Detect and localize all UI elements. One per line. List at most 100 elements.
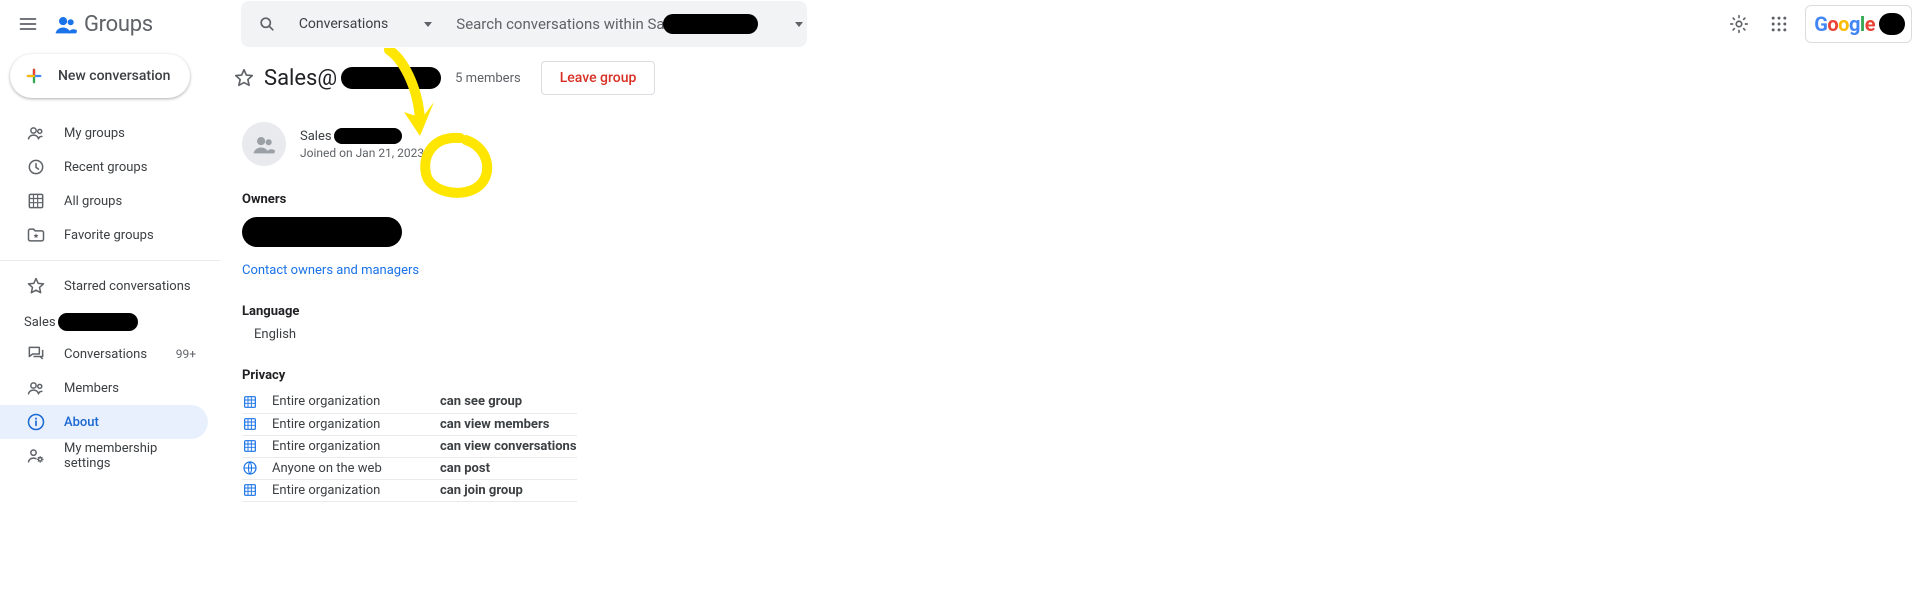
gear-icon bbox=[1728, 13, 1750, 35]
privacy-row: Anyone on the web can post bbox=[242, 457, 577, 479]
redacted-account bbox=[1879, 13, 1905, 35]
main-menu-button[interactable] bbox=[8, 4, 48, 44]
clock-icon bbox=[26, 157, 46, 177]
folder-star-icon bbox=[26, 225, 46, 245]
star-group-button[interactable] bbox=[232, 66, 256, 90]
leave-group-button[interactable]: Leave group bbox=[541, 61, 656, 95]
app-name: Groups bbox=[84, 12, 153, 37]
search-button[interactable] bbox=[247, 4, 287, 44]
privacy-permission: can join group bbox=[440, 479, 577, 501]
group-summary: Sales Joined on Jan 21, 2023 bbox=[242, 122, 1920, 166]
owners-heading: Owners bbox=[242, 192, 1920, 207]
group-email: Sales bbox=[300, 128, 424, 144]
info-icon bbox=[26, 412, 46, 432]
privacy-scope: Entire organization bbox=[272, 435, 440, 457]
privacy-scope: Entire organization bbox=[272, 479, 440, 501]
plus-icon bbox=[20, 62, 48, 90]
groups-logo[interactable]: Groups bbox=[52, 10, 153, 38]
header: Groups Conversations Google bbox=[0, 0, 1920, 48]
language-value: English bbox=[254, 327, 1920, 342]
sidebar-top-nav: My groups Recent groups All groups Favor… bbox=[0, 116, 220, 252]
privacy-permission: can see group bbox=[440, 391, 577, 413]
sidebar-item-members[interactable]: Members bbox=[0, 371, 208, 405]
search-scope-label: Conversations bbox=[299, 16, 388, 32]
title-row: Sales@ 5 members Leave group bbox=[232, 56, 1920, 100]
redacted-domain bbox=[663, 14, 758, 34]
sidebar-item-conversations[interactable]: Conversations 99+ bbox=[0, 337, 208, 371]
menu-icon bbox=[18, 14, 38, 34]
person-gear-icon bbox=[26, 446, 46, 466]
main-content: Sales@ 5 members Leave group Sales bbox=[220, 48, 1920, 502]
sidebar-item-membership-settings[interactable]: My membership settings bbox=[0, 439, 208, 473]
google-wordmark: Google bbox=[1814, 12, 1875, 37]
group-title: Sales@ bbox=[264, 66, 337, 91]
about-section: Sales Joined on Jan 21, 2023 Owners Cont… bbox=[242, 122, 1920, 502]
search-options-dropdown[interactable] bbox=[761, 4, 801, 44]
sidebar-item-all-groups[interactable]: All groups bbox=[0, 184, 208, 218]
sidebar-item-starred-conversations[interactable]: Starred conversations bbox=[0, 269, 208, 303]
search-icon bbox=[257, 14, 277, 34]
divider bbox=[0, 260, 220, 261]
groups-logo-icon bbox=[52, 10, 80, 38]
settings-button[interactable] bbox=[1719, 4, 1759, 44]
chevron-down-icon bbox=[424, 22, 432, 27]
conversation-count-badge: 99+ bbox=[176, 347, 196, 361]
apps-grid-icon bbox=[1769, 14, 1789, 34]
org-icon bbox=[242, 438, 258, 454]
sidebar-item-favorite-groups[interactable]: Favorite groups bbox=[0, 218, 208, 252]
sidebar-item-label: My groups bbox=[64, 126, 125, 141]
privacy-permission: can view conversations bbox=[440, 435, 577, 457]
privacy-row: Entire organization can view members bbox=[242, 413, 577, 435]
people-icon bbox=[26, 378, 46, 398]
privacy-scope: Anyone on the web bbox=[272, 457, 440, 479]
language-heading: Language bbox=[242, 304, 1920, 319]
org-icon bbox=[242, 482, 258, 498]
sidebar-item-label: About bbox=[64, 415, 99, 430]
sidebar: New conversation My groups Recent groups… bbox=[0, 48, 220, 502]
members-count-link[interactable]: 5 members bbox=[455, 71, 521, 86]
org-icon bbox=[242, 416, 258, 432]
search-scope-dropdown[interactable]: Conversations bbox=[287, 16, 450, 32]
google-account-button[interactable]: Google bbox=[1805, 5, 1912, 43]
sidebar-item-label: Recent groups bbox=[64, 160, 147, 175]
privacy-scope: Entire organization bbox=[272, 413, 440, 435]
privacy-row: Entire organization can join group bbox=[242, 479, 577, 501]
sidebar-item-label: Favorite groups bbox=[64, 228, 154, 243]
redacted-group-email-domain bbox=[334, 128, 402, 144]
sidebar-item-label: Starred conversations bbox=[64, 279, 191, 294]
contact-owners-link[interactable]: Contact owners and managers bbox=[242, 263, 419, 278]
redacted-owner bbox=[242, 217, 402, 247]
new-conversation-button[interactable]: New conversation bbox=[10, 54, 190, 98]
sidebar-item-label: Conversations bbox=[64, 347, 147, 362]
privacy-row: Entire organization can see group bbox=[242, 391, 577, 413]
redacted-group-domain bbox=[341, 67, 441, 89]
star-icon bbox=[26, 276, 46, 296]
privacy-table: Entire organization can see group Entire… bbox=[242, 391, 577, 502]
sidebar-item-label: My membership settings bbox=[64, 441, 196, 471]
new-conversation-label: New conversation bbox=[58, 68, 170, 84]
sidebar-group-name: Sales bbox=[24, 315, 56, 330]
org-icon bbox=[26, 191, 46, 211]
sidebar-item-about[interactable]: About bbox=[0, 405, 208, 439]
search-bar: Conversations bbox=[241, 1, 807, 47]
privacy-permission: can post bbox=[440, 457, 577, 479]
org-icon bbox=[242, 394, 258, 410]
chevron-down-icon bbox=[795, 22, 803, 27]
google-apps-button[interactable] bbox=[1759, 4, 1799, 44]
people-icon bbox=[26, 123, 46, 143]
privacy-row: Entire organization can view conversatio… bbox=[242, 435, 577, 457]
sidebar-item-label: Members bbox=[64, 381, 119, 396]
star-outline-icon bbox=[233, 67, 255, 89]
privacy-scope: Entire organization bbox=[272, 391, 440, 413]
sidebar-item-label: All groups bbox=[64, 194, 122, 209]
sidebar-item-recent-groups[interactable]: Recent groups bbox=[0, 150, 208, 184]
people-fill-icon bbox=[250, 130, 278, 158]
group-email-prefix: Sales bbox=[300, 129, 332, 144]
globe-icon bbox=[242, 460, 258, 476]
joined-date: Joined on Jan 21, 2023 bbox=[300, 146, 424, 160]
sidebar-group-heading[interactable]: Sales bbox=[0, 303, 220, 337]
privacy-heading: Privacy bbox=[242, 368, 1920, 383]
group-avatar[interactable] bbox=[242, 122, 286, 166]
sidebar-item-my-groups[interactable]: My groups bbox=[0, 116, 208, 150]
forum-icon bbox=[26, 344, 46, 364]
